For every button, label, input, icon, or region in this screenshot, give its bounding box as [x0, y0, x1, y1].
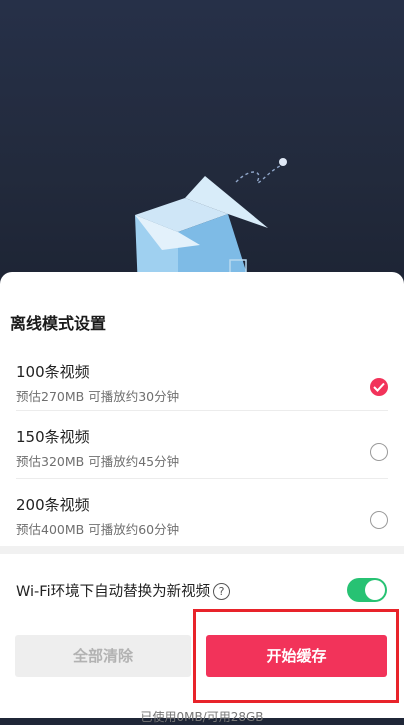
help-icon[interactable]: ? — [213, 583, 231, 600]
section-divider — [0, 546, 404, 554]
radio-unselected[interactable] — [370, 511, 388, 529]
clear-all-button[interactable]: 全部清除 — [15, 635, 191, 677]
option-name: 100条视频 — [16, 363, 90, 381]
option-name: 200条视频 — [16, 496, 90, 514]
wifi-auto-replace-row: Wi-Fi环境下自动替换为新视频? — [16, 580, 231, 601]
option-desc: 预估400MB 可播放约60分钟 — [16, 522, 180, 537]
option-desc: 预估270MB 可播放约30分钟 — [16, 389, 180, 404]
toggle-knob — [365, 580, 385, 600]
divider — [16, 410, 388, 411]
hero-illustration-area — [0, 0, 404, 290]
option-desc: 预估320MB 可播放约45分钟 — [16, 454, 180, 469]
option-name: 150条视频 — [16, 428, 90, 446]
wifi-auto-replace-label: Wi-Fi环境下自动替换为新视频 — [16, 584, 211, 600]
radio-selected[interactable] — [370, 378, 388, 396]
sheet-title: 离线模式设置 — [10, 314, 107, 333]
wifi-auto-replace-toggle[interactable] — [347, 578, 387, 602]
storage-usage-text: 已使用0MB/可用28GB — [140, 710, 264, 724]
open-box-icon — [135, 158, 287, 290]
highlight-box — [193, 609, 399, 703]
radio-unselected[interactable] — [370, 443, 388, 461]
option-100-videos[interactable]: 100条视频 预估270MB 可播放约30分钟 — [16, 361, 388, 429]
check-icon — [373, 382, 385, 392]
divider — [16, 478, 388, 479]
offline-settings-sheet: 离线模式设置 100条视频 预估270MB 可播放约30分钟 150条视频 预估… — [0, 272, 404, 724]
option-150-videos[interactable]: 150条视频 预估320MB 可播放约45分钟 — [16, 426, 388, 494]
